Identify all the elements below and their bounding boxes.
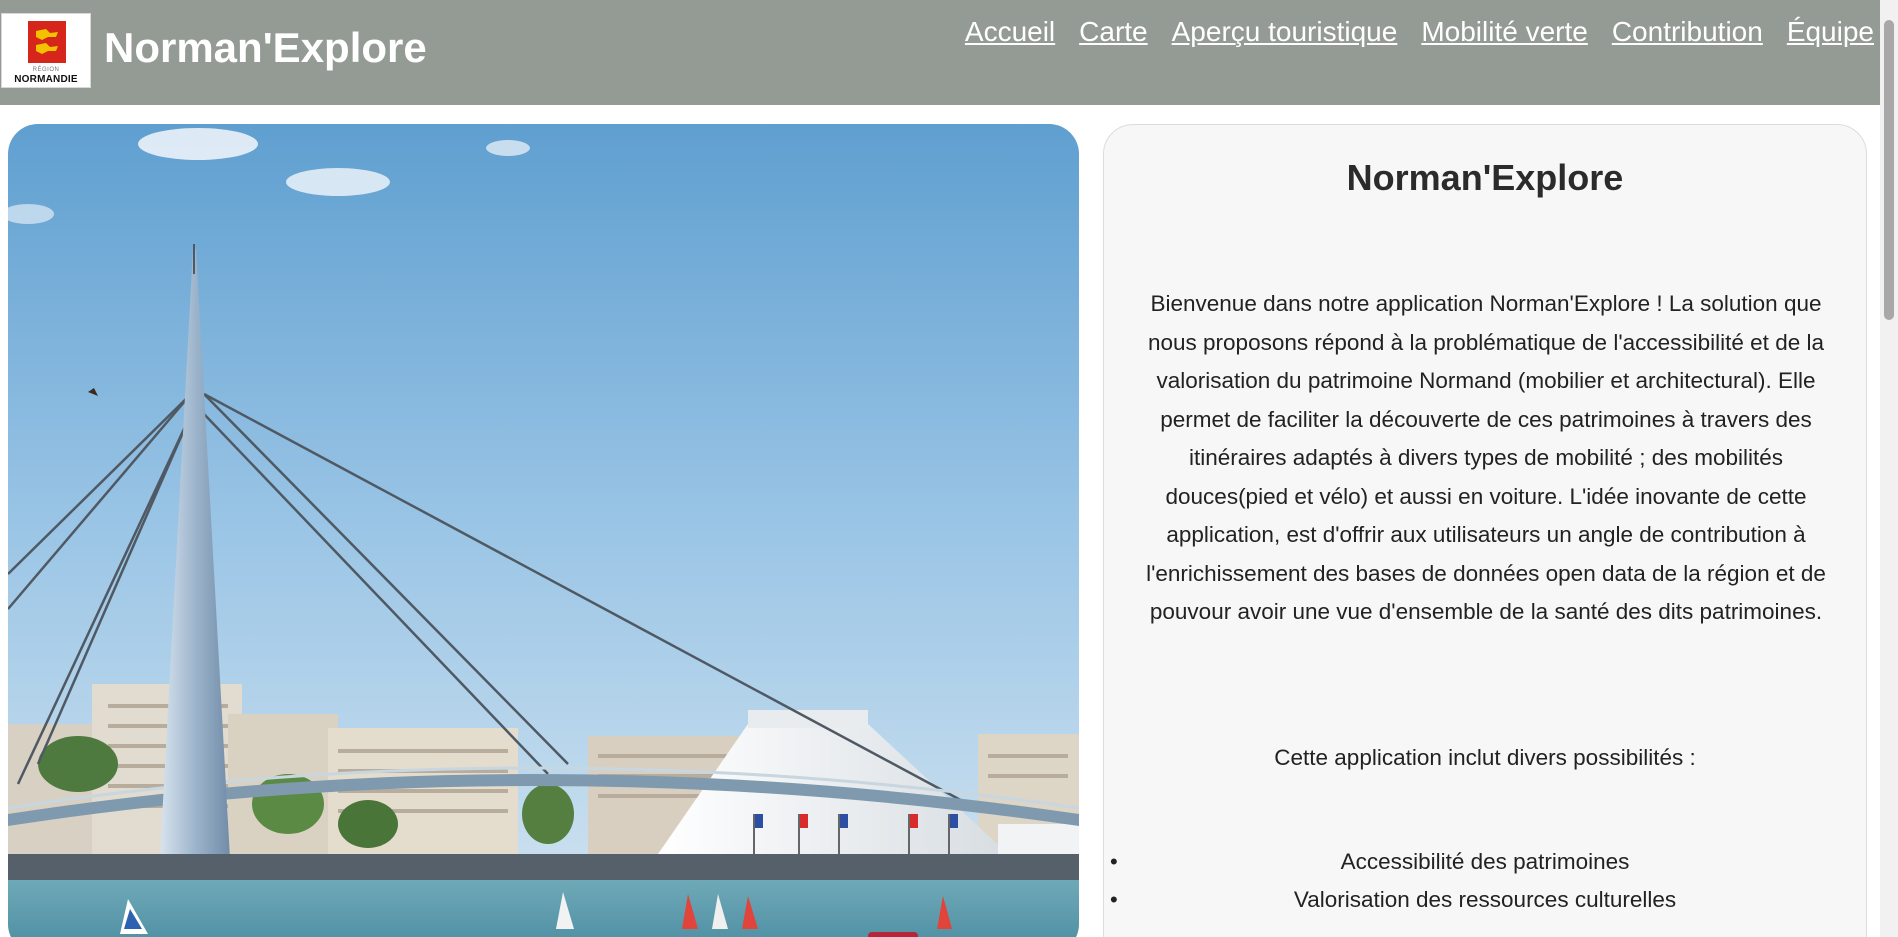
list-item: • Accessibilité des patrimoines [1104,843,1866,881]
header: RÉGION NORMANDIE Norman'Explore Accueil … [0,0,1880,105]
feature-label: Valorisation des ressources culturelles [1293,887,1677,912]
harbour-bridge-photo [8,124,1079,937]
site-title: Norman'Explore [104,24,427,71]
features-list: • Accessibilité des patrimoines • Valorisa… [1104,843,1866,919]
info-panel: Norman'Explore Bienvenue dans notre appl… [1103,124,1867,937]
panel-intro-text: Bienvenue dans notre application Norman'… [1146,291,1826,624]
logo-name: NORMANDIE [14,74,78,85]
main-nav: Accueil Carte Aperçu touristique Mobilit… [965,16,1874,48]
scrollbar-thumb[interactable] [1884,20,1894,320]
nav-link-accueil[interactable]: Accueil [965,16,1055,48]
nav-link-apercu-touristique[interactable]: Aperçu touristique [1172,16,1398,48]
bullet-icon: • [1110,849,1118,874]
normandy-lions-icon [28,21,66,63]
bullet-icon: • [1110,887,1118,912]
page-scrollbar[interactable] [1880,0,1898,937]
nav-link-carte[interactable]: Carte [1079,16,1147,48]
feature-label: Accessibilité des patrimoines [1340,849,1630,874]
list-item: • Valorisation des ressources culturelles [1104,881,1866,919]
nav-link-mobilite-verte[interactable]: Mobilité verte [1421,16,1588,48]
nav-link-contribution[interactable]: Contribution [1612,16,1763,48]
region-normandie-logo[interactable]: RÉGION NORMANDIE [1,13,91,88]
logo-region-label: RÉGION [32,67,60,73]
nav-link-equipe[interactable]: Équipe [1787,16,1874,48]
panel-title: Norman'Explore [1346,157,1624,198]
panel-subtitle: Cette application inclut divers possibil… [1274,745,1696,770]
hero-image [8,124,1079,937]
